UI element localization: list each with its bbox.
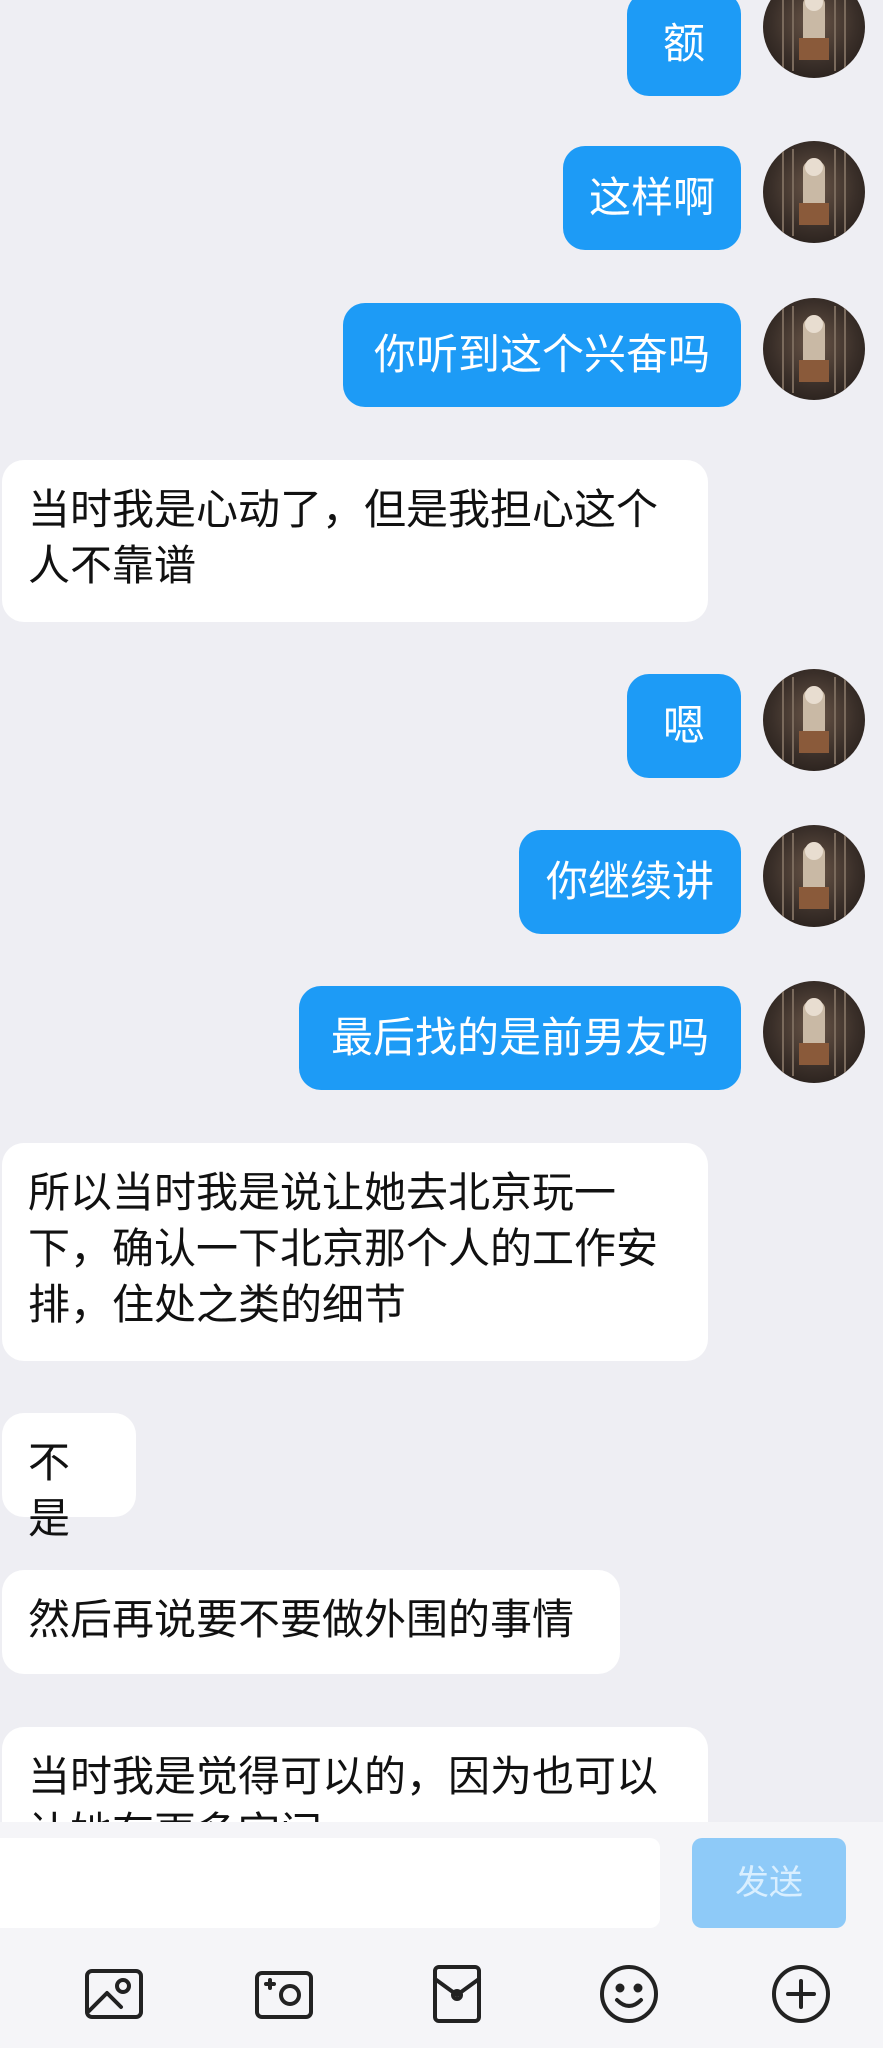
user-avatar[interactable] <box>763 669 865 771</box>
user-avatar[interactable] <box>763 298 865 400</box>
message-input[interactable] <box>0 1838 660 1928</box>
sent-message-bubble[interactable]: 这样啊 <box>563 146 741 250</box>
user-avatar[interactable] <box>763 141 865 243</box>
composer-bar: 发送 <box>0 1822 883 1937</box>
received-message-bubble[interactable]: 然后再说要不要做外围的事情 <box>2 1570 620 1674</box>
red-packet-icon[interactable] <box>426 1963 488 2025</box>
sent-message-bubble[interactable]: 额 <box>627 0 741 96</box>
received-message-bubble[interactable]: 当时我是觉得可以的，因为也可以 让她有更多空间 <box>2 1727 708 1822</box>
camera-icon[interactable] <box>253 1963 315 2025</box>
plus-icon[interactable] <box>770 1963 832 2025</box>
sent-message-bubble[interactable]: 嗯 <box>627 674 741 778</box>
bottom-toolbar <box>0 1937 883 2048</box>
user-avatar[interactable] <box>763 0 865 78</box>
sent-message-bubble[interactable]: 你听到这个兴奋吗 <box>343 303 741 407</box>
received-message-bubble[interactable]: 所以当时我是说让她去北京玩一 下，确认一下北京那个人的工作安 排，住处之类的细节 <box>2 1143 708 1361</box>
emoji-icon[interactable] <box>598 1963 660 2025</box>
send-button[interactable]: 发送 <box>692 1838 846 1928</box>
sent-message-bubble[interactable]: 你继续讲 <box>519 830 741 934</box>
user-avatar[interactable] <box>763 981 865 1083</box>
received-message-bubble[interactable]: 当时我是心动了，但是我担心这个 人不靠谱 <box>2 460 708 622</box>
received-message-bubble[interactable]: 不是 <box>2 1413 136 1543</box>
user-avatar[interactable] <box>763 825 865 927</box>
image-icon[interactable] <box>83 1963 145 2025</box>
chat-message-list[interactable]: 额 这样啊 你听到这个兴奋吗 当时我是心动了，但是我担心这个 人不靠谱 嗯 你继… <box>0 0 883 1822</box>
sent-message-bubble[interactable]: 最后找的是前男友吗 <box>299 986 741 1090</box>
